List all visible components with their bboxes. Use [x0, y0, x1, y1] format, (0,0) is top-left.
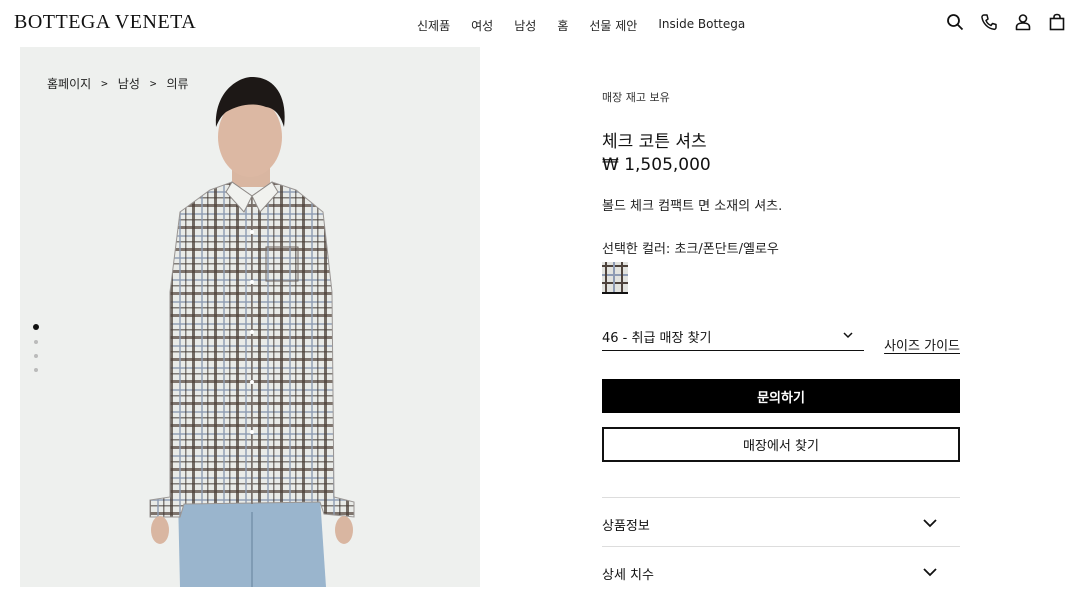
nav-item-new[interactable]: 신제품: [417, 17, 450, 34]
chevron-down-icon: [923, 568, 937, 577]
inquire-button[interactable]: 문의하기: [602, 379, 960, 413]
gallery-dot[interactable]: [34, 368, 38, 372]
product-photo-model-shirt: [149, 77, 355, 587]
brand-logo[interactable]: BOTTEGA VENETA: [14, 11, 196, 34]
nav-item-women[interactable]: 여성: [471, 17, 493, 34]
find-in-store-button[interactable]: 매장에서 찾기: [602, 427, 960, 462]
product-image-gallery[interactable]: 홈페이지 > 남성 > 의류: [20, 47, 480, 587]
gallery-dot[interactable]: [34, 354, 38, 358]
bag-icon[interactable]: [1048, 13, 1066, 31]
gallery-dot[interactable]: [34, 340, 38, 344]
search-icon[interactable]: [946, 13, 964, 31]
product-title: 체크 코튼 셔츠: [602, 132, 707, 152]
size-guide-link[interactable]: 사이즈 가이드: [884, 335, 960, 354]
accordion-product-info[interactable]: 상품정보: [602, 497, 960, 547]
header-icons: [946, 13, 1066, 31]
breadcrumb-separator: >: [101, 77, 108, 90]
nav-item-home[interactable]: 홈: [557, 17, 568, 34]
color-swatch-chalk-fondant-yellow[interactable]: [602, 262, 628, 294]
product-price: ₩ 1,505,000: [602, 155, 711, 175]
selected-color-label: 선택한 컬러: 초크/폰단트/옐로우: [602, 242, 779, 257]
gallery-dot[interactable]: [33, 324, 39, 330]
gallery-pagination: [33, 324, 39, 372]
chevron-down-icon: [923, 519, 937, 528]
nav-item-men[interactable]: 남성: [514, 17, 536, 34]
accordion-label: 상품정보: [602, 519, 650, 534]
nav-item-gifts[interactable]: 선물 제안: [589, 17, 637, 34]
nav-item-inside-bottega[interactable]: Inside Bottega: [658, 17, 745, 34]
phone-icon[interactable]: [980, 13, 998, 31]
main-nav: 신제품 여성 남성 홈 선물 제안 Inside Bottega: [417, 17, 745, 34]
breadcrumb-home[interactable]: 홈페이지: [47, 75, 91, 92]
chevron-down-icon: [843, 332, 853, 339]
accordion-label: 상세 치수: [602, 568, 654, 583]
accordion-detailed-measurements[interactable]: 상세 치수: [602, 546, 960, 596]
site-header: BOTTEGA VENETA 신제품 여성 남성 홈 선물 제안 Inside …: [0, 0, 1080, 48]
size-select-value: 46 - 취급 매장 찾기: [602, 331, 712, 346]
product-description: 볼드 체크 컴팩트 면 소재의 셔츠.: [602, 199, 783, 214]
account-icon[interactable]: [1014, 13, 1032, 31]
breadcrumb-men[interactable]: 남성: [118, 75, 140, 92]
size-select[interactable]: 46 - 취급 매장 찾기: [602, 320, 864, 351]
availability-text: 매장 재고 보유: [602, 91, 670, 104]
